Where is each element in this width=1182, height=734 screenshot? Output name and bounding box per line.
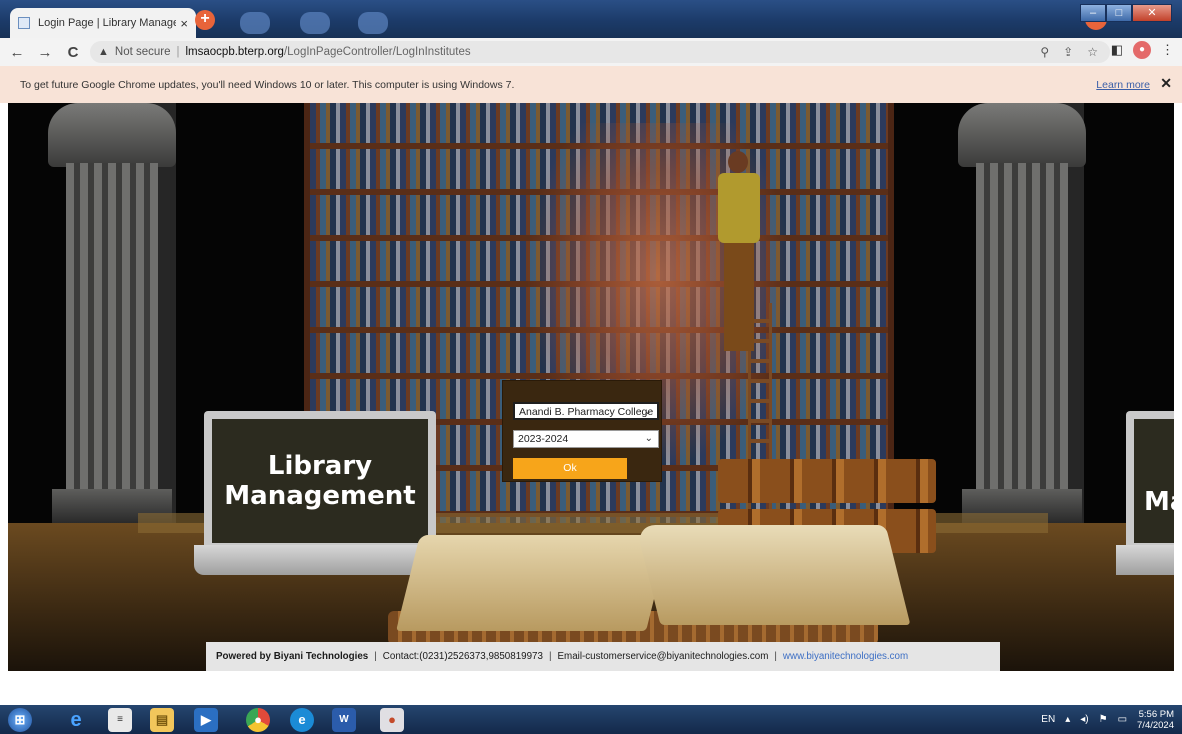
new-tab-button[interactable]: + bbox=[195, 10, 215, 30]
edge-icon[interactable]: e bbox=[290, 708, 314, 732]
window-controls: – □ ✕ bbox=[1080, 4, 1172, 22]
share-icon[interactable]: ⇪ bbox=[1063, 45, 1073, 59]
windows-taskbar: ⊞ e ≡ ▤ ▶ ● e W ● EN ▴ ◂) ⚑ ▭ 5:56 PM 7/… bbox=[0, 705, 1182, 734]
background-tab-icon bbox=[240, 12, 270, 34]
laptop-right-image: Ma bbox=[1116, 411, 1174, 575]
minimize-button[interactable]: – bbox=[1080, 4, 1106, 22]
contact-text: Contact:(0231)2526373,9850819973 bbox=[382, 651, 543, 662]
url-host: lmsaocpb.bterp.org bbox=[185, 46, 284, 58]
email-text: Email-customerservice@biyanitechnologies… bbox=[557, 651, 769, 662]
screen-gap bbox=[0, 671, 1182, 705]
not-secure-label: Not secure bbox=[114, 46, 171, 58]
file-explorer-icon[interactable]: ▤ bbox=[150, 708, 174, 732]
update-infobar: To get future Google Chrome updates, you… bbox=[0, 66, 1182, 103]
institute-select-value: Anandi B. Pharmacy College bbox=[519, 406, 654, 418]
year-select[interactable]: 2023-2024 ⌄ bbox=[513, 430, 659, 448]
start-button-icon[interactable]: ⊞ bbox=[8, 708, 32, 732]
learn-more-link[interactable]: Learn more bbox=[1096, 79, 1150, 91]
hero-title-line1: Library bbox=[267, 451, 373, 481]
institute-select[interactable]: Anandi B. Pharmacy College ⌄ bbox=[513, 402, 659, 420]
url-separator: | bbox=[176, 46, 180, 58]
url-input[interactable]: ▲ Not secure | lmsaocpb.bterp.org/LogInP… bbox=[90, 41, 1110, 63]
media-player-icon[interactable]: ▶ bbox=[194, 708, 218, 732]
hero-title-partial: Ma bbox=[1144, 487, 1174, 517]
column-right-image bbox=[958, 103, 1086, 523]
website-link[interactable]: www.biyanitechnologies.com bbox=[783, 651, 908, 662]
open-book-image bbox=[348, 515, 911, 645]
footer-separator: | bbox=[374, 651, 377, 662]
notepad-icon[interactable]: ≡ bbox=[108, 708, 132, 732]
background-tab-icon bbox=[300, 12, 330, 34]
clock-time: 5:56 PM bbox=[1138, 708, 1174, 720]
chevron-down-icon: ⌄ bbox=[644, 433, 653, 444]
browser-tab[interactable]: Login Page | Library Managemen × bbox=[10, 8, 196, 38]
clock-date: 7/4/2024 bbox=[1137, 719, 1174, 731]
chrome-icon[interactable]: ● bbox=[246, 708, 270, 732]
screen: Login Page | Library Managemen × + ⌄ – □… bbox=[0, 0, 1182, 734]
infobar-close-icon[interactable]: ✕ bbox=[1160, 75, 1172, 92]
reload-icon[interactable]: C bbox=[62, 44, 84, 61]
footer-separator: | bbox=[548, 651, 552, 662]
page-footer: Powered by Biyani Technologies | Contact… bbox=[206, 642, 1000, 671]
address-bar: ← → C ▲ Not secure | lmsaocpb.bterp.org /… bbox=[0, 38, 1182, 66]
login-panel: Anandi B. Pharmacy College ⌄ 2023-2024 ⌄… bbox=[502, 380, 662, 482]
footer-separator: | bbox=[774, 651, 777, 662]
close-window-button[interactable]: ✕ bbox=[1132, 4, 1172, 22]
toolbar-actions: ◧ ● ⋮ bbox=[1111, 41, 1174, 59]
url-path: /LogInPageController/LogInInstitutes bbox=[283, 46, 471, 58]
tab-title: Login Page | Library Managemen bbox=[38, 17, 177, 29]
hero-title-line2: Management bbox=[224, 481, 416, 511]
climbing-man-image bbox=[708, 151, 766, 351]
system-tray: EN ▴ ◂) ⚑ ▭ 5:56 PM 7/4/2024 bbox=[1041, 705, 1174, 734]
word-icon[interactable]: W bbox=[332, 708, 356, 732]
background-tab-icon bbox=[358, 12, 388, 34]
column-left-image bbox=[48, 103, 176, 523]
page-favicon-icon bbox=[18, 17, 30, 29]
maximize-button[interactable]: □ bbox=[1106, 4, 1132, 22]
infobar-message: To get future Google Chrome updates, you… bbox=[20, 78, 515, 91]
bookmark-star-icon[interactable]: ☆ bbox=[1087, 45, 1098, 59]
year-select-value: 2023-2024 bbox=[518, 433, 569, 445]
language-indicator[interactable]: EN bbox=[1041, 714, 1055, 725]
chevron-down-icon: ⌄ bbox=[643, 406, 652, 417]
network-icon[interactable]: ▭ bbox=[1118, 714, 1127, 725]
internet-explorer-icon[interactable]: e bbox=[64, 708, 88, 732]
ok-button[interactable]: Ok bbox=[513, 458, 627, 479]
side-panel-icon[interactable]: ◧ bbox=[1111, 42, 1123, 58]
chrome-active-icon[interactable]: ● bbox=[380, 708, 404, 732]
forward-icon[interactable]: → bbox=[34, 44, 56, 61]
tray-expand-icon[interactable]: ▴ bbox=[1065, 714, 1070, 725]
profile-avatar-icon[interactable]: ● bbox=[1133, 41, 1151, 59]
back-icon[interactable]: ← bbox=[6, 44, 28, 61]
warning-icon: ▲ bbox=[98, 46, 109, 58]
flag-icon[interactable]: ⚑ bbox=[1099, 714, 1108, 725]
omnibox-actions: ⚲ ⇪ ☆ bbox=[1040, 41, 1098, 63]
browser-tab-bar: Login Page | Library Managemen × + ⌄ – □… bbox=[0, 0, 1182, 38]
volume-icon[interactable]: ◂) bbox=[1080, 714, 1088, 725]
menu-kebab-icon[interactable]: ⋮ bbox=[1161, 42, 1174, 58]
zoom-icon[interactable]: ⚲ bbox=[1040, 45, 1049, 59]
powered-by-text: Powered by Biyani Technologies bbox=[216, 651, 369, 662]
tab-close-icon[interactable]: × bbox=[180, 16, 188, 31]
clock[interactable]: 5:56 PM 7/4/2024 bbox=[1137, 709, 1174, 731]
